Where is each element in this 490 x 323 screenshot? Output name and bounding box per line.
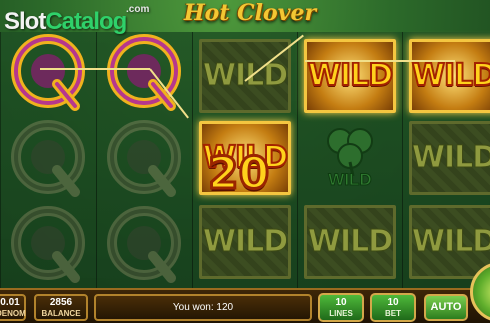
- wild-label: WILD: [307, 224, 393, 260]
- bet-label: BET: [385, 309, 401, 318]
- message-panel: You won: 120: [94, 294, 312, 321]
- wild-symbol: WILD: [406, 202, 490, 282]
- win-message: You won: 120: [172, 302, 234, 313]
- watermark-slot: Slot: [4, 8, 46, 35]
- clover-wild-label: WILD: [328, 170, 372, 190]
- wild-symbol: WILD: [301, 202, 399, 282]
- lines-button[interactable]: 10 LINES: [318, 293, 364, 322]
- denomination-panel[interactable]: 0.01 DENOM: [0, 294, 26, 321]
- wild-symbol-winning: WILD: [301, 36, 399, 116]
- control-bar: 0.01 DENOM 2856 BALANCE You won: 120 10 …: [0, 288, 490, 323]
- denomination-value: 0.01: [0, 297, 20, 308]
- q-symbol: [97, 204, 191, 286]
- reel-4: WILD WILD WILD: [297, 32, 403, 288]
- wild-label: WILD: [307, 57, 394, 94]
- bet-button[interactable]: 10 BET: [370, 293, 416, 322]
- wild-label: WILD: [202, 224, 288, 260]
- watermark: SlotCatalog .com: [4, 4, 149, 36]
- wild-label: WILD: [202, 58, 288, 94]
- reel-5: WILD WILD WILD: [402, 32, 490, 288]
- reel-1: [0, 32, 97, 288]
- balance-panel: 2856 BALANCE: [34, 294, 88, 321]
- wild-label: WILD: [411, 140, 490, 176]
- wild-symbol-winning: WILD: [406, 36, 490, 116]
- denomination-label: DENOM: [0, 309, 26, 318]
- line-win-amount: 20: [206, 147, 270, 201]
- q-symbol: [97, 118, 191, 200]
- balance-value: 2856: [49, 297, 73, 308]
- watermark-suffix: .com: [126, 4, 150, 15]
- wild-label: WILD: [411, 57, 490, 94]
- clover-icon: [327, 128, 373, 176]
- payline: [40, 68, 150, 70]
- wild-symbol: WILD: [196, 202, 294, 282]
- auto-play-button[interactable]: AUTO: [424, 294, 468, 321]
- bet-value: 10: [387, 297, 399, 308]
- wild-symbol: WILD: [196, 36, 294, 116]
- q-symbol: [1, 32, 95, 114]
- clover-wild-symbol: WILD: [301, 118, 399, 200]
- lines-label: LINES: [329, 309, 353, 318]
- reel-2: [96, 32, 193, 288]
- q-symbol: [1, 204, 95, 286]
- slot-game-screen: SlotCatalog .com Hot Clover WILD WILD WI…: [0, 0, 490, 323]
- lines-value: 10: [335, 297, 347, 308]
- q-symbol: [1, 118, 95, 200]
- balance-label: BALANCE: [41, 309, 81, 318]
- payline: [305, 60, 455, 62]
- watermark-catalog: Catalog: [45, 8, 127, 35]
- game-title: Hot Clover: [183, 0, 317, 26]
- wild-label: WILD: [411, 224, 490, 260]
- wild-symbol: WILD: [406, 118, 490, 198]
